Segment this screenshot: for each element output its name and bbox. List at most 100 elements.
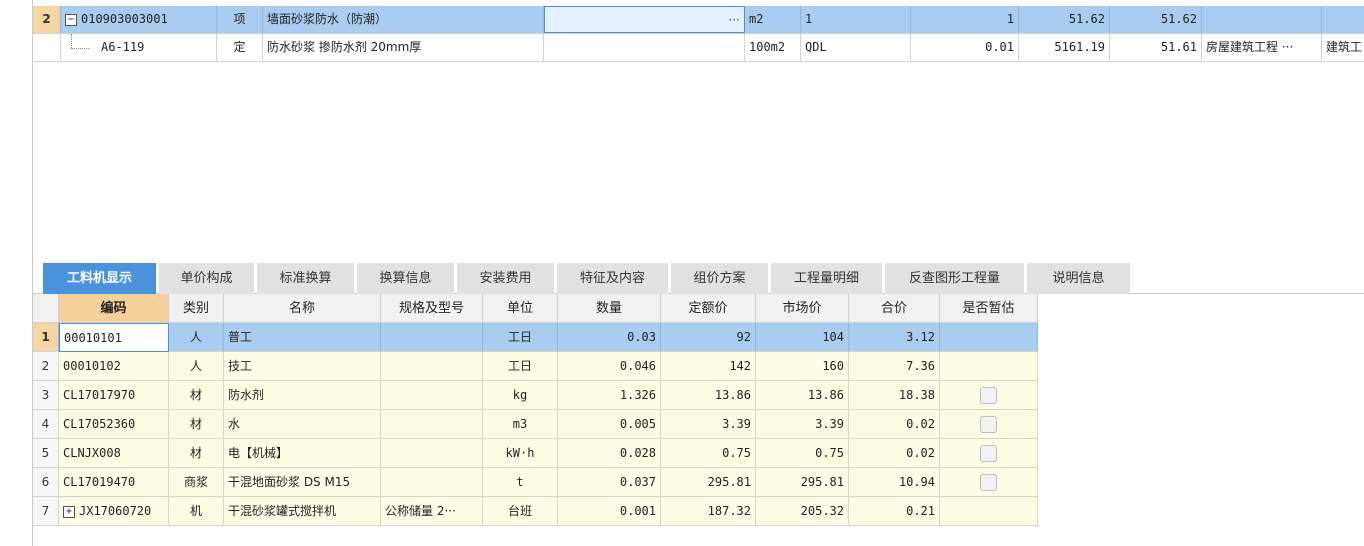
- quantity-cell[interactable]: 1.326: [558, 381, 661, 410]
- code-cell[interactable]: CL17019470: [59, 468, 169, 497]
- header-corner: [33, 294, 59, 323]
- item-unit: m2: [745, 6, 801, 33]
- provisional-cell: [940, 497, 1038, 526]
- name-cell[interactable]: 防水剂: [224, 381, 381, 410]
- provisional-cell: [940, 323, 1038, 352]
- name-cell[interactable]: 干混砂浆罐式搅拌机: [224, 497, 381, 526]
- total-cell: 3.12: [849, 323, 940, 352]
- name-cell[interactable]: 水: [224, 410, 381, 439]
- market-price-cell[interactable]: 13.86: [756, 381, 849, 410]
- quota-code[interactable]: A6-119: [61, 34, 217, 61]
- spec-cell[interactable]: [381, 410, 483, 439]
- code-cell[interactable]: CLNJX008: [59, 439, 169, 468]
- quantity-cell[interactable]: 0.046: [558, 352, 661, 381]
- header-provisional[interactable]: 是否暂估: [940, 294, 1038, 323]
- header-code[interactable]: 编码: [59, 294, 169, 323]
- spec-cell[interactable]: [381, 468, 483, 497]
- tab-reverse-lookup-quantity[interactable]: 反查图形工程量: [885, 263, 1024, 294]
- total-cell: 10.94: [849, 468, 940, 497]
- header-category[interactable]: 类别: [169, 294, 224, 323]
- code-cell[interactable]: 00010101: [59, 323, 169, 352]
- quota-extra: 建筑工: [1326, 40, 1363, 54]
- quota-expr[interactable]: QDL: [801, 34, 911, 61]
- category-cell: 机: [169, 497, 224, 526]
- quota-spec[interactable]: [544, 34, 745, 61]
- spec-cell[interactable]: [381, 381, 483, 410]
- category-cell: 材: [169, 439, 224, 468]
- tab-pricing-scheme[interactable]: 组价方案: [671, 263, 768, 294]
- market-price-cell[interactable]: 160: [756, 352, 849, 381]
- spec-cell[interactable]: [381, 352, 483, 381]
- tab-conversion-info[interactable]: 换算信息: [357, 263, 454, 294]
- quota-total: 51.61: [1110, 34, 1202, 61]
- header-spec[interactable]: 规格及型号: [381, 294, 483, 323]
- code-cell[interactable]: CL17017970: [59, 381, 169, 410]
- market-price-cell[interactable]: 205.32: [756, 497, 849, 526]
- quantity-cell[interactable]: 0.03: [558, 323, 661, 352]
- name-cell[interactable]: 干混地面砂浆 DS M15: [224, 468, 381, 497]
- market-price-cell[interactable]: 295.81: [756, 468, 849, 497]
- header-market-price[interactable]: 市场价: [756, 294, 849, 323]
- quota-category[interactable]: 房屋建筑工程 ···: [1202, 34, 1322, 61]
- header-total[interactable]: 合价: [849, 294, 940, 323]
- code-cell[interactable]: CL17052360: [59, 410, 169, 439]
- code-cell[interactable]: 00010102: [59, 352, 169, 381]
- tab-features-content[interactable]: 特征及内容: [557, 263, 668, 294]
- item-total: 51.62: [1110, 6, 1202, 33]
- item-name[interactable]: 墙面砂浆防水（防潮）: [263, 6, 544, 33]
- base-price-cell: 13.86: [661, 381, 756, 410]
- base-price-cell: 0.75: [661, 439, 756, 468]
- quantity-cell[interactable]: 0.001: [558, 497, 661, 526]
- base-price-cell: 92: [661, 323, 756, 352]
- spec-edit-cell[interactable]: ···: [544, 6, 745, 33]
- collapse-icon[interactable]: −: [65, 13, 77, 26]
- quantity-cell[interactable]: 0.028: [558, 439, 661, 468]
- market-price-cell[interactable]: 0.75: [756, 439, 849, 468]
- unit-cell: m3: [483, 410, 558, 439]
- quantity-cell[interactable]: 0.037: [558, 468, 661, 497]
- provisional-checkbox[interactable]: [980, 445, 997, 462]
- item-qty[interactable]: 1: [911, 6, 1019, 33]
- name-cell[interactable]: 普工: [224, 323, 381, 352]
- name-cell[interactable]: 技工: [224, 352, 381, 381]
- item-code-cell[interactable]: −010903003001: [61, 6, 217, 33]
- name-cell[interactable]: 电【机械】: [224, 439, 381, 468]
- total-cell: 0.21: [849, 497, 940, 526]
- header-unit[interactable]: 单位: [483, 294, 558, 323]
- provisional-checkbox[interactable]: [980, 474, 997, 491]
- unit-cell: 台班: [483, 497, 558, 526]
- category-cell: 材: [169, 381, 224, 410]
- code-cell[interactable]: + JX17060720: [59, 497, 169, 526]
- quota-qty[interactable]: 0.01: [911, 34, 1019, 61]
- market-price-cell[interactable]: 3.39: [756, 410, 849, 439]
- market-price-cell[interactable]: 104: [756, 323, 849, 352]
- provisional-checkbox[interactable]: [980, 387, 997, 404]
- header-base-price[interactable]: 定额价: [661, 294, 756, 323]
- expand-icon[interactable]: +: [63, 505, 75, 518]
- provisional-cell: [940, 410, 1038, 439]
- list-row-bill-item[interactable]: 2 −010903003001 项 墙面砂浆防水（防潮） ··· m2 1 1 …: [33, 6, 1364, 34]
- unit-cell: kW·h: [483, 439, 558, 468]
- ellipsis-button[interactable]: ···: [729, 13, 740, 27]
- quantity-cell[interactable]: 0.005: [558, 410, 661, 439]
- tab-description-info[interactable]: 说明信息: [1027, 263, 1130, 294]
- category-cell: 商浆: [169, 468, 224, 497]
- provisional-checkbox[interactable]: [980, 416, 997, 433]
- spec-cell[interactable]: 公称储量 2···: [381, 497, 483, 526]
- quota-name[interactable]: 防水砂浆 掺防水剂 20mm厚: [263, 34, 544, 61]
- spec-cell[interactable]: [381, 323, 483, 352]
- tab-quantity-details[interactable]: 工程量明细: [771, 263, 882, 294]
- tab-installation-cost[interactable]: 安装费用: [457, 263, 554, 294]
- total-cell: 7.36: [849, 352, 940, 381]
- unit-cell: 工日: [483, 352, 558, 381]
- header-name[interactable]: 名称: [224, 294, 381, 323]
- item-expr[interactable]: 1: [801, 6, 911, 33]
- list-row-quota[interactable]: A6-119 定 防水砂浆 掺防水剂 20mm厚 100m2 QDL 0.01 …: [33, 34, 1364, 62]
- header-quantity[interactable]: 数量: [558, 294, 661, 323]
- tab-unit-price-composition[interactable]: 单价构成: [159, 263, 254, 294]
- tab-standard-conversion[interactable]: 标准换算: [257, 263, 354, 294]
- spec-cell[interactable]: [381, 439, 483, 468]
- tab-labor-material-machine[interactable]: 工料机显示: [43, 263, 156, 294]
- total-cell: 0.02: [849, 439, 940, 468]
- quota-type: 定: [217, 34, 263, 61]
